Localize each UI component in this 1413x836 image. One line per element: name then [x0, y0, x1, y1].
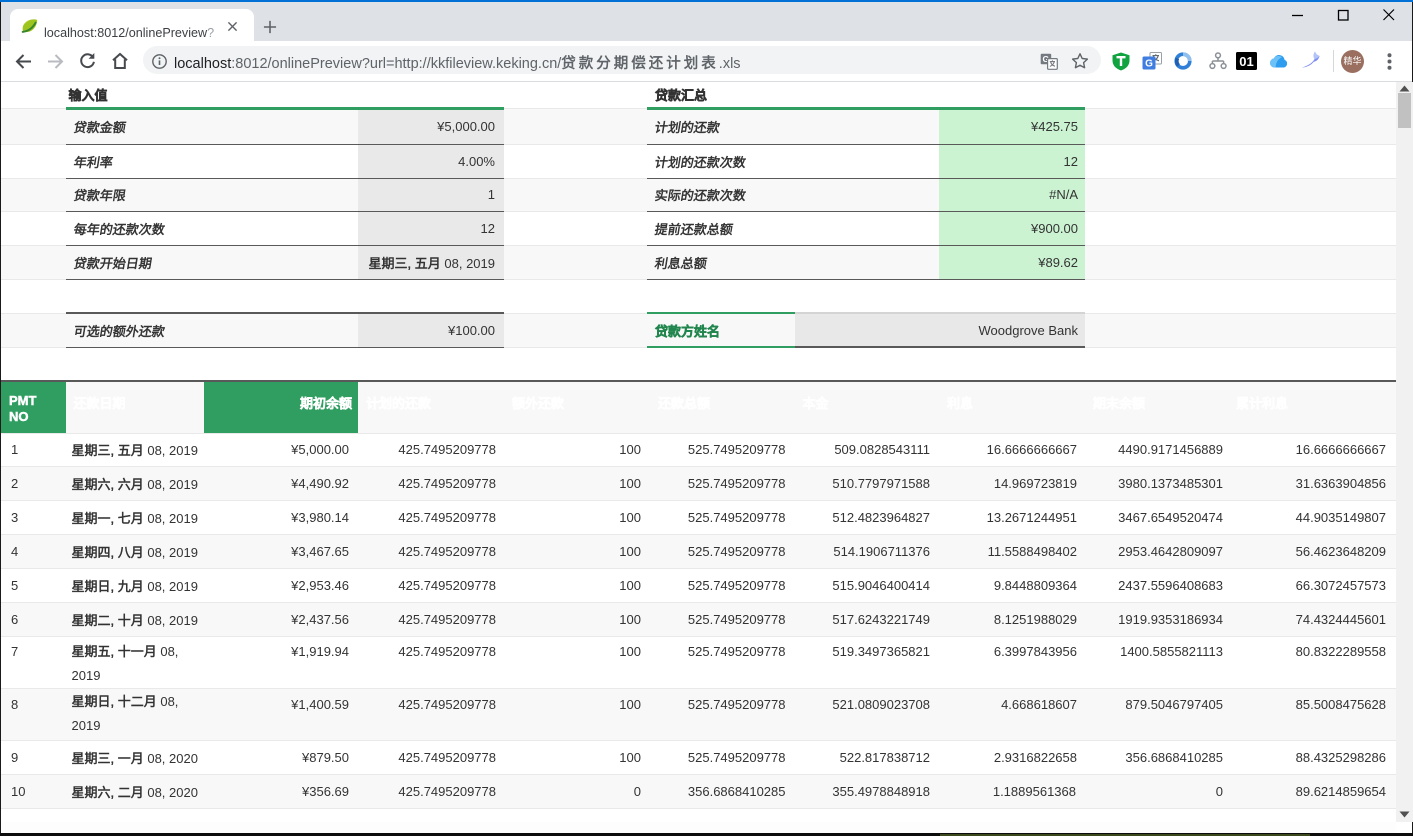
svg-text:01: 01 [1239, 54, 1253, 69]
svg-text:G: G [1145, 59, 1153, 70]
